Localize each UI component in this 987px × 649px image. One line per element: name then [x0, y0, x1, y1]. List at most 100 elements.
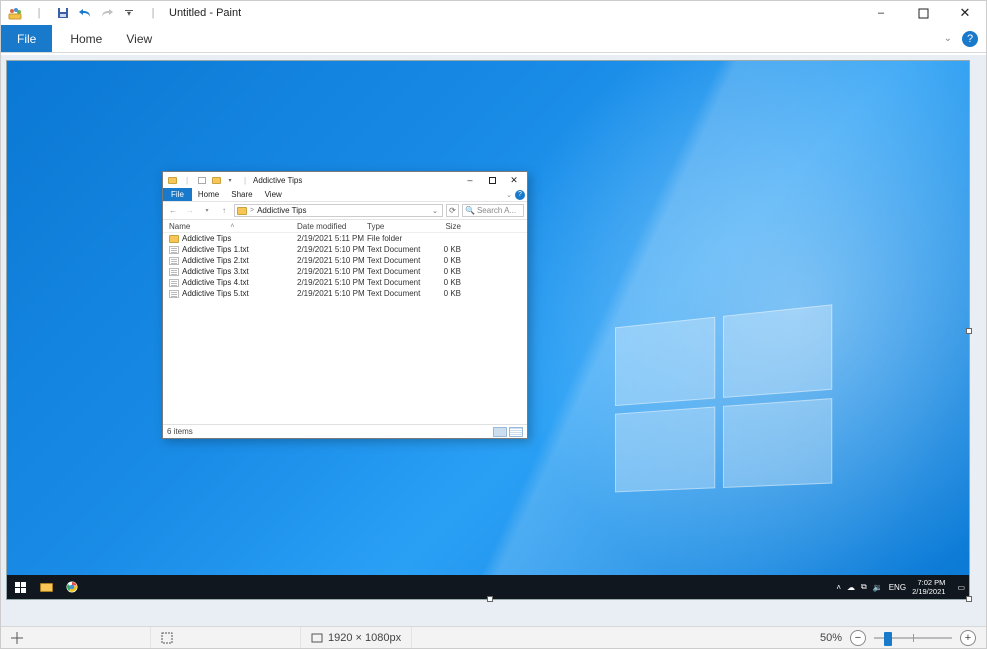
text-file-icon: [169, 290, 179, 298]
file-row[interactable]: Addictive Tips 2.txt2/19/2021 5:10 PMTex…: [163, 255, 527, 266]
file-type: Text Document: [367, 278, 427, 287]
text-file-icon: [169, 257, 179, 265]
view-thumbnails-button[interactable]: [493, 427, 507, 437]
zoom-out-button[interactable]: −: [850, 630, 866, 646]
tray-chevron-icon[interactable]: ˄: [836, 583, 841, 592]
explorer-tab-file[interactable]: File: [163, 188, 192, 201]
taskbar-chrome-button[interactable]: [59, 575, 85, 599]
start-button[interactable]: [7, 575, 33, 599]
canvas-handle-right[interactable]: [966, 328, 972, 334]
status-canvas-size: 1920 × 1080px: [301, 627, 412, 648]
qat-customize-button[interactable]: ▾: [119, 3, 139, 23]
explorer-quick2-icon[interactable]: [209, 173, 223, 187]
file-type: File folder: [367, 234, 427, 243]
tray-time: 7:02 PM: [912, 578, 945, 587]
column-date[interactable]: Date modified: [297, 222, 367, 231]
file-size: 0 KB: [427, 245, 467, 254]
refresh-button[interactable]: ⟳: [446, 204, 459, 217]
windows-logo: [615, 304, 839, 500]
sort-asc-icon: ˄: [230, 223, 234, 230]
breadcrumb-folder[interactable]: Addictive Tips: [257, 206, 306, 215]
column-type[interactable]: Type: [367, 222, 427, 231]
paint-workspace: | ▾ | Addictive Tips – ✕ File Home Share: [1, 55, 986, 626]
file-row[interactable]: Addictive Tips 3.txt2/19/2021 5:10 PMTex…: [163, 266, 527, 277]
explorer-minimize-button[interactable]: –: [459, 173, 481, 187]
undo-button[interactable]: [75, 3, 95, 23]
breadcrumb-sep: >: [250, 207, 254, 214]
tray-onedrive-icon[interactable]: ☁: [847, 583, 855, 592]
explorer-ribbon-collapse[interactable]: ⌄: [506, 191, 512, 199]
minimize-button[interactable]: –: [860, 1, 902, 25]
explorer-help-button[interactable]: ?: [515, 190, 525, 200]
view-details-button[interactable]: [509, 427, 523, 437]
explorer-statusbar: 6 items: [163, 424, 527, 438]
file-name: Addictive Tips 5.txt: [182, 289, 297, 298]
tray-clock[interactable]: 7:02 PM 2/19/2021: [912, 578, 951, 596]
tray-network-icon[interactable]: ⧉: [861, 582, 867, 592]
system-tray: ˄ ☁ ⧉ 🔉 ENG 7:02 PM 2/19/2021 ▭: [836, 578, 969, 596]
help-button[interactable]: ?: [962, 31, 978, 47]
text-file-icon: [169, 268, 179, 276]
save-button[interactable]: [53, 3, 73, 23]
paint-canvas[interactable]: | ▾ | Addictive Tips – ✕ File Home Share: [7, 61, 969, 599]
tab-home[interactable]: Home: [58, 25, 114, 52]
explorer-item-count: 6 items: [167, 427, 193, 436]
explorer-tab-share[interactable]: Share: [225, 188, 258, 201]
file-type: Text Document: [367, 267, 427, 276]
zoom-in-button[interactable]: +: [960, 630, 976, 646]
zoom-control: 50% − +: [810, 630, 986, 646]
file-row[interactable]: Addictive Tips 5.txt2/19/2021 5:10 PMTex…: [163, 288, 527, 299]
explorer-maximize-button[interactable]: [481, 173, 503, 187]
tray-volume-icon[interactable]: 🔉: [873, 583, 883, 592]
separator: |: [180, 173, 194, 187]
search-input[interactable]: 🔍 Search A...: [462, 204, 524, 217]
tray-language[interactable]: ENG: [889, 583, 906, 592]
canvas-size-label: 1920 × 1080px: [328, 632, 401, 644]
explorer-qat-customize[interactable]: ▾: [223, 173, 237, 187]
file-row[interactable]: Addictive Tips 1.txt2/19/2021 5:10 PMTex…: [163, 244, 527, 255]
file-date: 2/19/2021 5:10 PM: [297, 267, 367, 276]
paint-titlebar: | ▾ | Untitled - Paint – ✕: [1, 1, 986, 25]
tab-view[interactable]: View: [114, 25, 164, 52]
tray-notifications-icon[interactable]: ▭: [957, 583, 965, 592]
explorer-tab-view[interactable]: View: [259, 188, 288, 201]
zoom-slider[interactable]: [874, 632, 952, 644]
file-name: Addictive Tips 1.txt: [182, 245, 297, 254]
selection-icon: [161, 632, 173, 644]
file-size: 0 KB: [427, 278, 467, 287]
explorer-tab-home[interactable]: Home: [192, 188, 225, 201]
column-name[interactable]: Name˄: [169, 222, 297, 231]
paint-app-icon: [5, 3, 25, 23]
explorer-close-button[interactable]: ✕: [503, 173, 525, 187]
breadcrumb[interactable]: > Addictive Tips ⌄: [234, 204, 443, 217]
nav-recent-button[interactable]: ▾: [200, 204, 214, 218]
breadcrumb-dropdown-icon[interactable]: ⌄: [430, 207, 440, 215]
file-row[interactable]: Addictive Tips2/19/2021 5:11 PMFile fold…: [163, 233, 527, 244]
close-button[interactable]: ✕: [944, 1, 986, 25]
canvas-handle-bottom[interactable]: [487, 596, 493, 602]
separator: |: [29, 3, 49, 23]
file-name: Addictive Tips 2.txt: [182, 256, 297, 265]
file-type: Text Document: [367, 289, 427, 298]
folder-icon: [169, 235, 179, 243]
nav-back-button[interactable]: ←: [166, 204, 180, 218]
file-date: 2/19/2021 5:10 PM: [297, 289, 367, 298]
column-size[interactable]: Size: [427, 222, 467, 231]
explorer-titlebar: | ▾ | Addictive Tips – ✕: [163, 172, 527, 188]
tab-file[interactable]: File: [1, 25, 52, 52]
file-name: Addictive Tips 4.txt: [182, 278, 297, 287]
explorer-file-list: Addictive Tips2/19/2021 5:11 PMFile fold…: [163, 233, 527, 424]
redo-button[interactable]: [97, 3, 117, 23]
taskbar-explorer-button[interactable]: [33, 575, 59, 599]
zoom-level-label: 50%: [820, 632, 842, 644]
explorer-app-icon: [165, 173, 179, 187]
crosshair-icon: [11, 632, 23, 644]
maximize-button[interactable]: [902, 1, 944, 25]
ribbon-collapse-icon[interactable]: ⌄: [944, 33, 952, 44]
window-title: Untitled - Paint: [169, 7, 241, 19]
nav-up-button[interactable]: ↑: [217, 204, 231, 218]
nav-forward-button[interactable]: →: [183, 204, 197, 218]
canvas-handle-corner[interactable]: [966, 596, 972, 602]
explorer-quick1-icon[interactable]: [195, 173, 209, 187]
file-row[interactable]: Addictive Tips 4.txt2/19/2021 5:10 PMTex…: [163, 277, 527, 288]
